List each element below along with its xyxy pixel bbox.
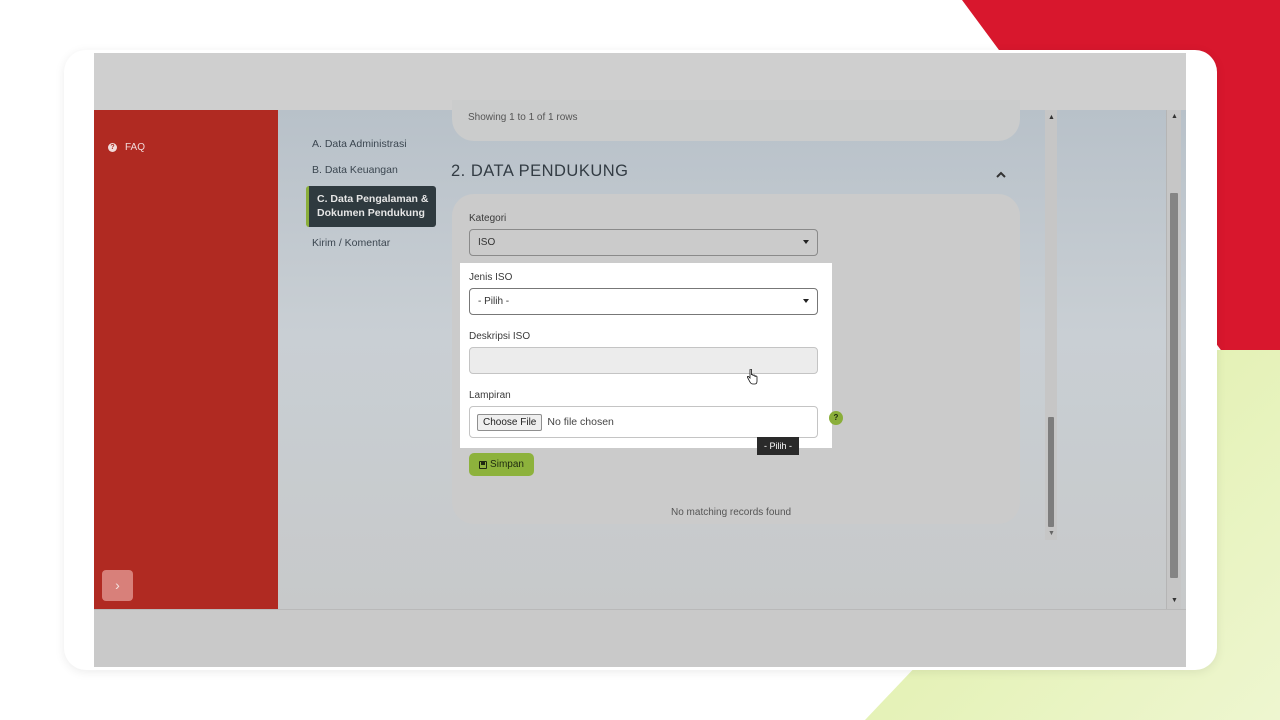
save-label: Simpan bbox=[490, 459, 524, 470]
lampiran-label: Lampiran bbox=[469, 390, 511, 401]
jenis-iso-label: Jenis ISO bbox=[469, 272, 513, 283]
step-data-administrasi[interactable]: A. Data Administrasi bbox=[306, 134, 436, 154]
step-data-keuangan[interactable]: B. Data Keuangan bbox=[306, 160, 436, 180]
sidebar-toggle-button[interactable]: › bbox=[102, 570, 133, 601]
page-scrollbar[interactable]: ▲ ▼ bbox=[1166, 110, 1181, 609]
jenis-iso-select[interactable]: - Pilih - bbox=[469, 288, 818, 315]
inner-scrollbar-thumb[interactable] bbox=[1048, 417, 1054, 527]
hand-cursor-icon bbox=[746, 369, 758, 385]
empty-table-message: No matching records found bbox=[671, 507, 792, 518]
page-scrollbar-thumb[interactable] bbox=[1170, 193, 1178, 578]
tooltip: - Pilih - bbox=[757, 437, 799, 455]
floppy-disk-icon bbox=[479, 460, 488, 469]
caret-down-icon bbox=[803, 240, 809, 244]
inner-scrollbar[interactable]: ▲ ▼ bbox=[1045, 110, 1057, 540]
jenis-iso-value: - Pilih - bbox=[478, 296, 510, 307]
kategori-value: ISO bbox=[478, 237, 496, 248]
caret-down-icon bbox=[803, 299, 809, 303]
table-panel-top: Showing 1 to 1 of 1 rows bbox=[452, 100, 1020, 141]
step-data-pengalaman[interactable]: C. Data Pengalaman & Dokumen Pendukung bbox=[306, 186, 436, 227]
kategori-select[interactable]: ISO bbox=[469, 229, 818, 256]
step-kirim-komentar[interactable]: Kirim / Komentar bbox=[306, 233, 436, 253]
screen-bottom-bar bbox=[94, 609, 1186, 667]
main-content: A. Data Administrasi B. Data Keuangan C.… bbox=[278, 100, 1186, 609]
deskripsi-iso-label: Deskripsi ISO bbox=[469, 331, 531, 342]
scroll-up-arrow-icon[interactable]: ▲ bbox=[1048, 114, 1055, 121]
no-file-text: No file chosen bbox=[547, 416, 614, 428]
pagination-info: Showing 1 to 1 of 1 rows bbox=[468, 112, 578, 123]
scroll-down-arrow-icon[interactable]: ▼ bbox=[1171, 597, 1178, 604]
help-icon[interactable]: ? bbox=[829, 411, 843, 425]
section-title: 2. DATA PENDUKUNG bbox=[451, 162, 629, 180]
scroll-up-arrow-icon[interactable]: ▲ bbox=[1171, 113, 1178, 120]
scroll-down-arrow-icon[interactable]: ▼ bbox=[1048, 530, 1055, 537]
lampiran-file-input[interactable]: Choose File No file chosen bbox=[469, 406, 818, 438]
sidebar-item-faq[interactable]: ? FAQ bbox=[108, 142, 145, 153]
save-button[interactable]: Simpan bbox=[469, 453, 534, 476]
kategori-label: Kategori bbox=[469, 213, 507, 224]
chevron-up-icon[interactable] bbox=[994, 168, 1008, 182]
question-circle-icon: ? bbox=[108, 143, 117, 152]
sidebar: ? FAQ › bbox=[94, 110, 278, 609]
sidebar-item-label: FAQ bbox=[125, 142, 146, 153]
choose-file-button[interactable]: Choose File bbox=[477, 413, 543, 431]
step-navigation: A. Data Administrasi B. Data Keuangan C.… bbox=[306, 134, 436, 259]
app-screen: ? FAQ › A. Data Administrasi B. Data Keu… bbox=[94, 53, 1186, 667]
deskripsi-iso-field[interactable] bbox=[469, 347, 818, 374]
